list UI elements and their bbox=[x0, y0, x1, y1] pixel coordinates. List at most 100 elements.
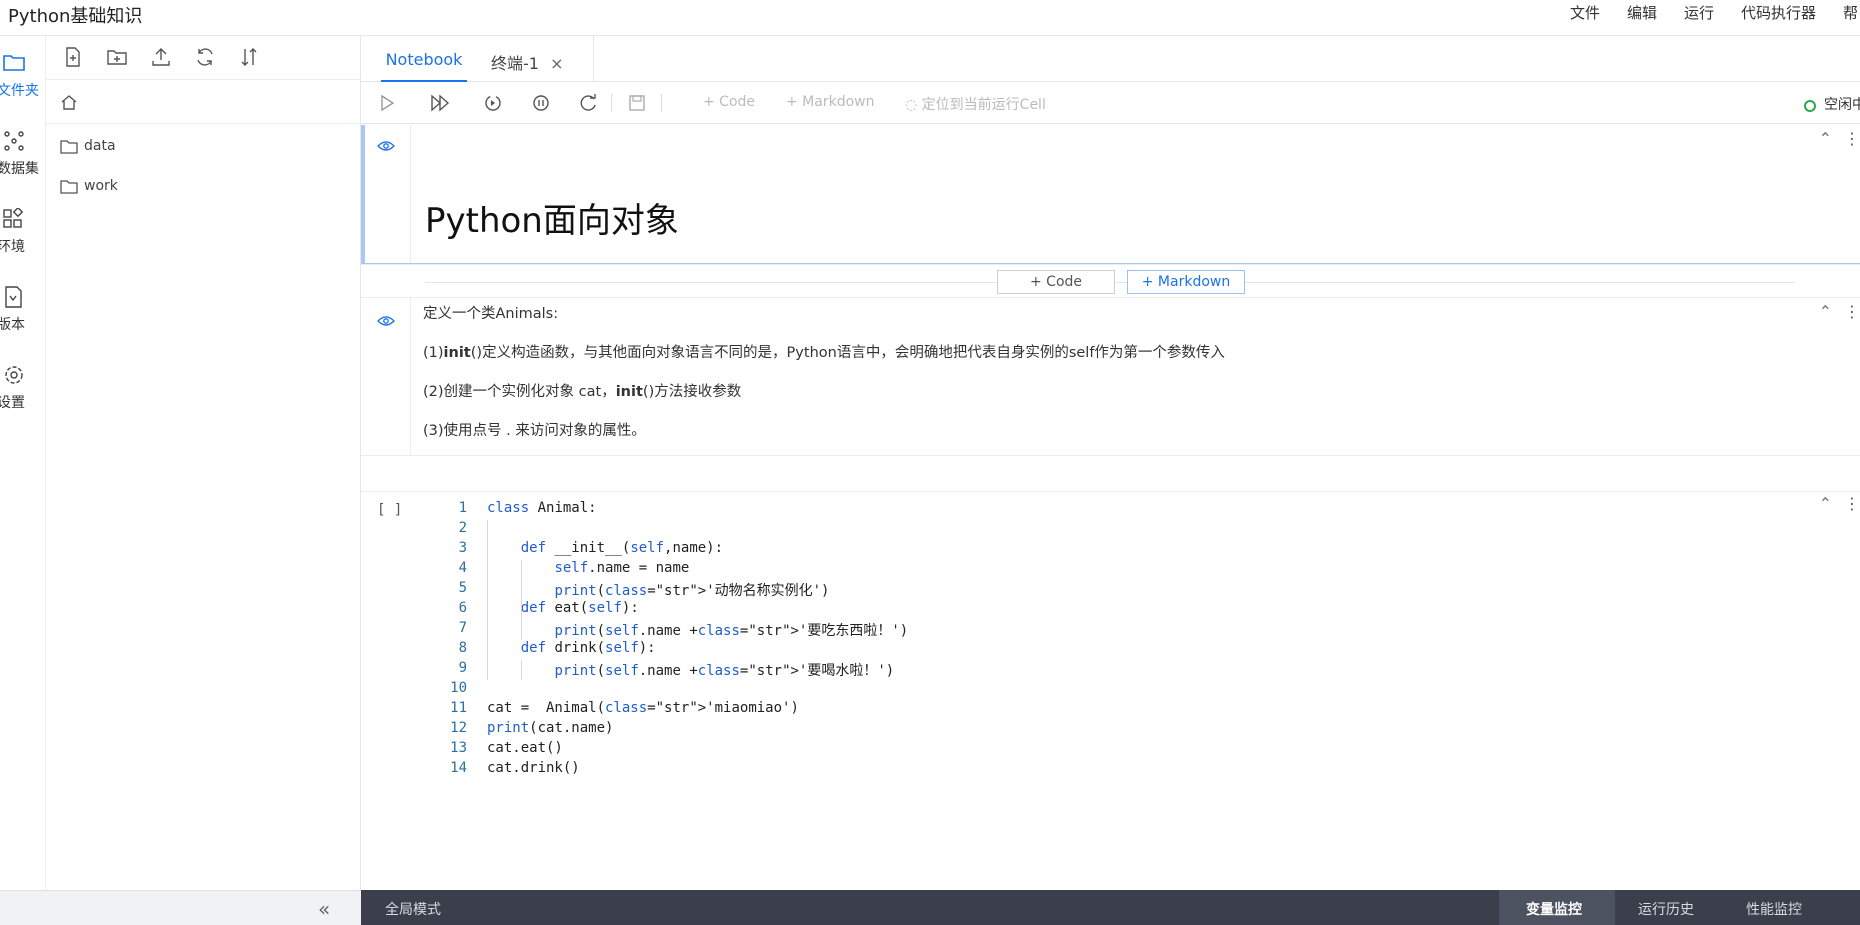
file-item-label: data bbox=[84, 138, 116, 154]
folder-icon bbox=[60, 140, 78, 154]
panel-footer: « bbox=[0, 890, 361, 925]
more-icon[interactable]: ⋮ bbox=[1844, 302, 1860, 321]
collapse-icon[interactable]: ⌃ bbox=[1819, 494, 1832, 513]
line-number: 6 bbox=[458, 600, 467, 616]
code-text: def drink(self): bbox=[520, 640, 656, 656]
tab-terminal[interactable]: 终端-1 × bbox=[491, 36, 573, 82]
insert-code-button[interactable]: + Code bbox=[997, 270, 1115, 294]
more-icon[interactable]: ⋮ bbox=[1844, 129, 1860, 148]
version-icon bbox=[5, 286, 22, 308]
new-file-icon[interactable] bbox=[62, 46, 84, 68]
rail-label-version: 版本 bbox=[0, 317, 25, 333]
line-number: 8 bbox=[458, 640, 467, 656]
tab-notebook[interactable]: Notebook bbox=[381, 36, 467, 82]
rail-label-environment: 环境 bbox=[0, 239, 25, 255]
close-icon[interactable]: × bbox=[550, 54, 563, 73]
indent-guide bbox=[521, 560, 522, 620]
code-text: def __init__(self,name): bbox=[520, 540, 724, 556]
toolbar-divider bbox=[611, 94, 612, 112]
file-panel: data work bbox=[46, 36, 361, 890]
locate-icon: ◌ bbox=[905, 97, 922, 113]
folder-icon bbox=[60, 180, 78, 194]
variable-monitor-tab[interactable]: 变量监控 bbox=[1526, 899, 1582, 919]
run-icon[interactable] bbox=[377, 93, 397, 113]
md-paragraph: 定义一个类Animals: bbox=[423, 306, 559, 322]
rail-label-dataset: 数据集 bbox=[0, 161, 39, 177]
rail-item-folder[interactable]: 文件夹 bbox=[0, 50, 45, 110]
toolbar-divider bbox=[661, 94, 662, 112]
locate-label: 定位到当前运行Cell bbox=[921, 97, 1046, 113]
kernel-status: 空闲中 bbox=[1824, 97, 1860, 113]
add-code-button[interactable]: + Code bbox=[703, 94, 755, 110]
markdown-cell-description[interactable]: ⌃ ⋮ 定义一个类Animals: (1)init()定义构造函数，与其他面向对… bbox=[361, 298, 1860, 456]
rail-item-settings[interactable]: 设置 bbox=[0, 362, 45, 422]
code-text: cat.eat() bbox=[487, 740, 563, 756]
settings-icon bbox=[5, 366, 23, 384]
menu-run[interactable]: 运行 bbox=[1684, 2, 1714, 23]
locate-running-cell-button[interactable]: ◌ 定位到当前运行Cell bbox=[905, 94, 1046, 114]
file-item-data[interactable]: data bbox=[60, 132, 350, 162]
code-line: 14 cat.drink() bbox=[361, 760, 1661, 784]
line-number: 11 bbox=[450, 700, 467, 716]
line-number: 3 bbox=[458, 540, 467, 556]
home-icon[interactable] bbox=[60, 93, 78, 111]
rail-item-dataset[interactable]: 数据集 bbox=[0, 128, 45, 188]
code-text: def eat(self): bbox=[520, 600, 639, 616]
file-item-work[interactable]: work bbox=[60, 172, 350, 202]
eye-icon[interactable] bbox=[377, 139, 395, 153]
line-number: 14 bbox=[450, 760, 467, 776]
code-text: class Animal: bbox=[487, 500, 597, 516]
menu-code-executor[interactable]: 代码执行器 bbox=[1741, 2, 1816, 23]
line-number: 1 bbox=[458, 500, 467, 516]
top-bar: Python基础知识 文件 编辑 运行 代码执行器 帮 bbox=[0, 0, 1860, 36]
line-number: 10 bbox=[450, 680, 467, 696]
file-item-label: work bbox=[84, 178, 118, 194]
file-toolbar bbox=[46, 36, 361, 80]
rail-label-folder: 文件夹 bbox=[0, 83, 39, 99]
notebook-toolbar: + Code + Markdown ◌ 定位到当前运行Cell 空闲中 bbox=[361, 82, 1860, 124]
interrupt-icon[interactable] bbox=[531, 93, 551, 113]
performance-monitor-tab[interactable]: 性能监控 bbox=[1746, 899, 1802, 919]
insert-markdown-button[interactable]: + Markdown bbox=[1127, 270, 1245, 294]
cell-active-indicator bbox=[361, 125, 365, 263]
code-editor[interactable]: 1 class Animal: 2 3 def __init__(self,name)… bbox=[361, 492, 1801, 891]
line-number: 4 bbox=[458, 560, 467, 576]
add-cell-row: + Code + Markdown bbox=[361, 264, 1860, 298]
page-title: Python面向对象 bbox=[425, 201, 679, 241]
add-markdown-button[interactable]: + Markdown bbox=[786, 94, 874, 110]
collapse-icon[interactable]: ⌃ bbox=[1819, 129, 1832, 148]
global-mode-label[interactable]: 全局模式 bbox=[385, 899, 441, 919]
menu-file[interactable]: 文件 bbox=[1570, 2, 1600, 23]
breadcrumb bbox=[46, 80, 361, 124]
collapse-panel-icon[interactable]: « bbox=[318, 897, 330, 921]
code-text: self.name = name bbox=[554, 560, 690, 576]
menu-edit[interactable]: 编辑 bbox=[1627, 2, 1657, 23]
code-text: print(cat.name) bbox=[487, 720, 614, 736]
code-text: print(self.name +class="str">'要吃东西啦！') bbox=[554, 623, 909, 639]
run-history-tab[interactable]: 运行历史 bbox=[1638, 899, 1694, 919]
rail-item-version[interactable]: 版本 bbox=[0, 284, 45, 344]
md-paragraph: (3)使用点号 . 来访问对象的属性。 bbox=[423, 423, 646, 439]
code-text: print(class="str">'动物名称实例化') bbox=[554, 583, 830, 599]
dataset-icon bbox=[4, 131, 24, 151]
run-all-icon[interactable] bbox=[429, 93, 451, 113]
restart-icon[interactable] bbox=[579, 93, 599, 113]
refresh-icon[interactable] bbox=[194, 46, 216, 68]
save-icon[interactable] bbox=[627, 93, 647, 113]
code-cell[interactable]: [ ] ⌃ ⋮ 1 class Animal: 2 3 def __init__(se… bbox=[361, 491, 1860, 890]
line-number: 9 bbox=[458, 660, 467, 676]
new-folder-icon[interactable] bbox=[106, 46, 128, 68]
restart-run-icon[interactable] bbox=[483, 93, 503, 113]
line-number: 5 bbox=[458, 580, 467, 596]
indent-guide bbox=[521, 620, 522, 640]
markdown-cell-heading[interactable]: ⌃ ⋮ Python面向对象 bbox=[361, 125, 1860, 283]
upload-icon[interactable] bbox=[150, 46, 172, 68]
eye-icon[interactable] bbox=[377, 314, 395, 328]
rail-item-environment[interactable]: 环境 bbox=[0, 206, 45, 266]
rail-label-settings: 设置 bbox=[0, 395, 25, 411]
environment-icon bbox=[3, 208, 24, 228]
menu-help[interactable]: 帮 bbox=[1843, 2, 1858, 23]
sort-icon[interactable] bbox=[238, 46, 260, 68]
collapse-icon[interactable]: ⌃ bbox=[1819, 302, 1832, 321]
more-icon[interactable]: ⋮ bbox=[1844, 494, 1860, 513]
